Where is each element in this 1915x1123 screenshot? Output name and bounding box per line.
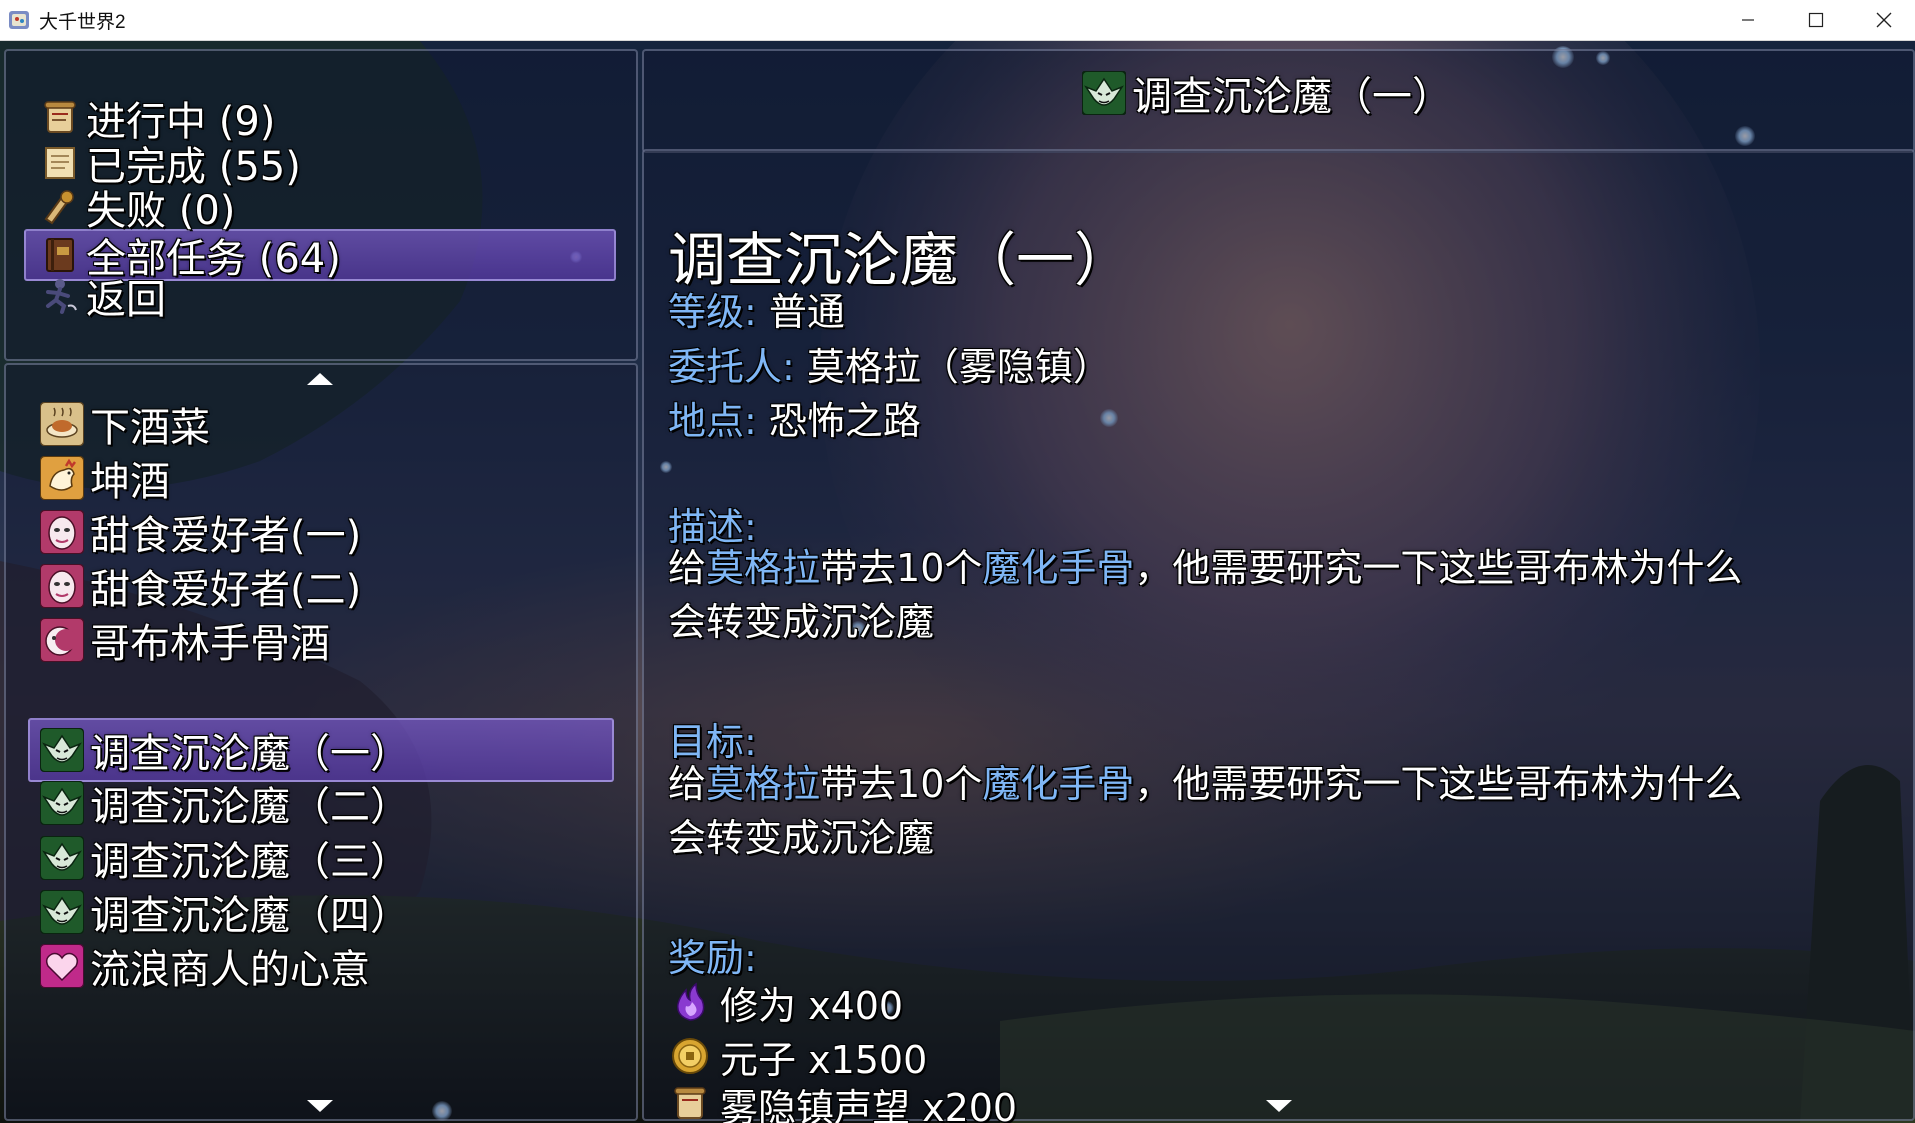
obj-part: 给 (668, 762, 707, 806)
quest-item[interactable]: 调查沉沦魔（二） (40, 777, 410, 830)
quest-label: 调查沉沦魔（一） (90, 731, 410, 777)
category-back[interactable]: 返回 (40, 271, 166, 323)
gold-coin-icon (672, 1038, 708, 1074)
rooster-icon (40, 456, 84, 500)
app-icon (9, 11, 29, 29)
minimize-button[interactable] (1714, 0, 1782, 40)
quest-header-title: 调查沉沦魔（一） (1132, 74, 1452, 120)
purple-flame-icon (677, 982, 705, 1021)
quest-item[interactable]: 下酒菜 (40, 398, 210, 451)
client-label: 委托人: (668, 345, 795, 389)
obj-npc-name: 莫格拉 (706, 762, 821, 806)
desc-part: 带去10个 (820, 546, 983, 590)
scroll-down-arrow[interactable] (307, 1100, 333, 1112)
quest-item[interactable]: 调查沉沦魔（三） (40, 832, 410, 885)
location-label: 地点: (668, 399, 757, 443)
close-button[interactable] (1850, 0, 1915, 40)
quest-label: 调查沉沦魔（四） (90, 893, 410, 939)
quest-label: 调查沉沦魔（三） (90, 839, 410, 885)
reward-text: 修为 x400 (720, 983, 904, 1028)
quest-label: 甜食爱好者(二) (90, 567, 362, 613)
moon-face-icon (40, 618, 84, 662)
quest-location: 地点: 恐怖之路 (668, 390, 921, 445)
desc-npc-name: 莫格拉 (706, 546, 821, 590)
category-failed[interactable]: 失败 (0) (40, 182, 235, 234)
game-screen: 进行中 (9) 已完成 (55) 失败 (0) 全部任务 (64) 返回 下酒菜… (0, 41, 1915, 1123)
quest-item[interactable]: 哥布林手骨酒 (40, 614, 330, 667)
goblin-icon (40, 728, 84, 772)
scroll-up-arrow[interactable] (307, 373, 333, 385)
level-value: 普通 (768, 290, 845, 334)
quest-header: 调查沉沦魔（一） (1082, 65, 1452, 121)
quest-label: 哥布林手骨酒 (90, 621, 330, 667)
quest-item[interactable]: 调查沉沦魔（一） (40, 724, 410, 777)
description-text: 给莫格拉带去10个魔化手骨，他需要研究一下这些哥布林为什么会转变成沉沦魔 (668, 541, 1768, 649)
mask-icon (40, 510, 84, 554)
goblin-icon (1082, 71, 1126, 115)
level-label: 等级: (668, 290, 757, 334)
food-icon (40, 402, 84, 446)
reward-item: 雾隐镇声望 x200 (670, 1085, 1017, 1123)
quest-label: 调查沉沦魔（二） (90, 784, 410, 830)
parchment-icon (45, 147, 75, 179)
reward-item: 修为 x400 (670, 977, 904, 1028)
quest-label: 流浪商人的心意 (90, 947, 370, 993)
heart-icon (40, 944, 84, 988)
objective-text: 给莫格拉带去10个魔化手骨，他需要研究一下这些哥布林为什么会转变成沉沦魔 (668, 757, 1768, 865)
desc-part: 给 (668, 546, 707, 590)
maximize-icon (1808, 12, 1824, 28)
quest-item[interactable]: 调查沉沦魔（四） (40, 886, 410, 939)
quest-item[interactable]: 流浪商人的心意 (40, 940, 370, 993)
close-icon (1876, 12, 1892, 28)
window-titlebar: 大千世界2 (0, 0, 1915, 41)
quest-level: 等级: 普通 (668, 281, 845, 336)
client-value: 莫格拉（雾隐镇） (806, 345, 1111, 389)
desc-item-name: 魔化手骨 (982, 546, 1135, 590)
book-icon (46, 238, 74, 272)
quest-label: 下酒菜 (90, 405, 210, 451)
obj-part: 带去10个 (820, 762, 983, 806)
goblin-icon (40, 781, 84, 825)
runner-icon (46, 279, 77, 314)
quest-item[interactable]: 坤酒 (40, 452, 170, 505)
broken-scroll-icon (44, 190, 74, 225)
minimize-icon (1742, 19, 1754, 21)
window-title: 大千世界2 (39, 11, 126, 33)
mask-icon (40, 564, 84, 608)
location-value: 恐怖之路 (768, 399, 921, 443)
detail-scroll-down-arrow[interactable] (1266, 1100, 1292, 1112)
reward-text: 雾隐镇声望 x200 (720, 1085, 1018, 1123)
maximize-button[interactable] (1782, 0, 1850, 40)
obj-item-name: 魔化手骨 (982, 762, 1135, 806)
goblin-icon (40, 890, 84, 934)
quest-label: 甜食爱好者(一) (90, 513, 362, 559)
reward-text: 元子 x1500 (720, 1037, 928, 1082)
goblin-icon (40, 836, 84, 880)
reputation-scroll-icon (674, 1087, 706, 1119)
quest-label: 坤酒 (90, 459, 170, 505)
quest-item[interactable]: 甜食爱好者(二) (40, 560, 362, 613)
quest-client: 委托人: 莫格拉（雾隐镇） (668, 336, 1111, 391)
reward-item: 元子 x1500 (670, 1031, 928, 1082)
category-label: 返回 (86, 277, 166, 323)
scroll-icon (44, 101, 76, 133)
quest-item[interactable]: 甜食爱好者(一) (40, 506, 362, 559)
